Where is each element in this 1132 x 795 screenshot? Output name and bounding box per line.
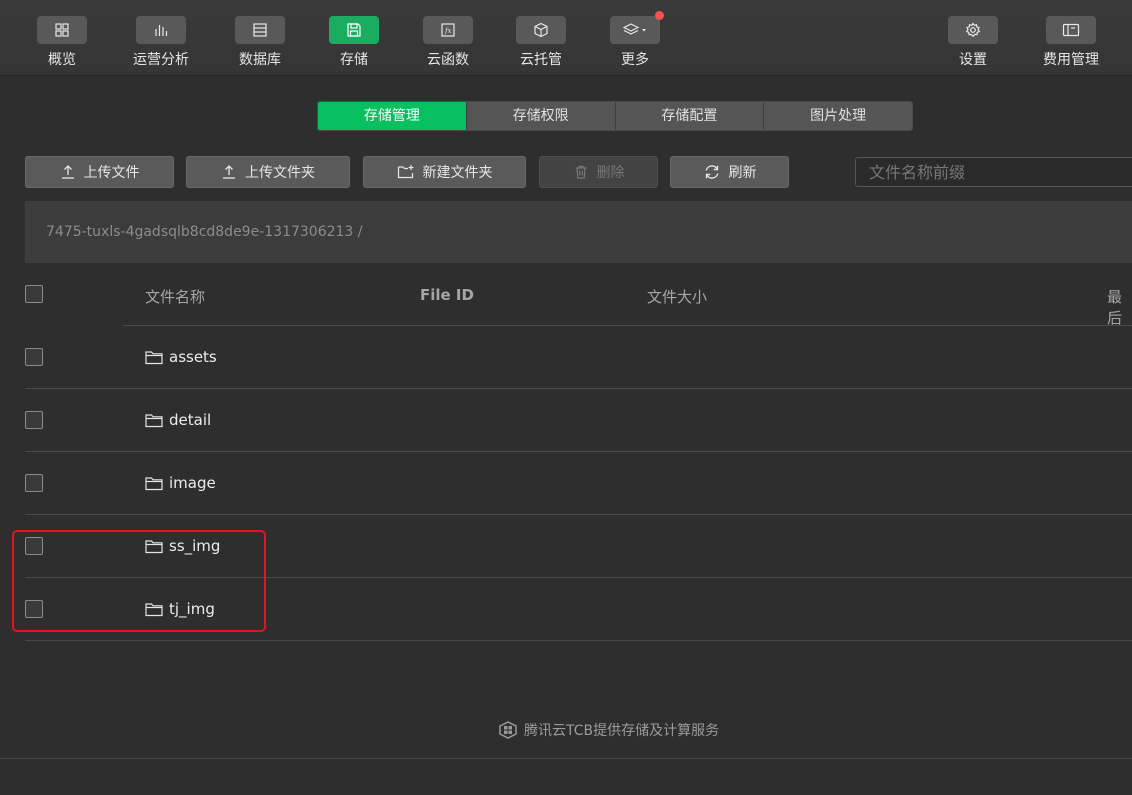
search-input[interactable] [855,157,1132,187]
storage-tabs: 存储管理 存储权限 存储配置 图片处理 [317,101,913,131]
row-checkbox[interactable] [25,411,43,429]
folder-name: image [169,474,216,492]
folder-icon [145,414,163,428]
row-divider [25,514,1132,515]
toolbar-settings[interactable]: 设置 [933,16,1013,69]
toolbar-label: 云函数 [427,52,469,68]
folder-name: detail [169,411,212,429]
new-folder-label: 新建文件夹 [422,165,493,181]
delete-label: 删除 [596,165,625,181]
column-header-last-modified[interactable]: 最后 [1107,286,1132,328]
header-divider [123,325,1132,326]
top-toolbar: 概览 运营分析 数据库 存储 fx 云函数 云托管 更多 设置 费用管理 [0,0,1132,76]
grid-icon [37,16,87,44]
folder-link[interactable]: image [145,474,216,492]
refresh-label: 刷新 [728,165,757,181]
bar-chart-icon [136,16,186,44]
folder-icon [145,351,163,365]
delete-button[interactable]: 删除 [539,156,658,188]
upload-folder-label: 上传文件夹 [245,165,315,181]
tab-storage-config[interactable]: 存储配置 [615,102,765,130]
new-folder-button[interactable]: 新建文件夹 [363,156,526,188]
toolbar-billing[interactable]: 费用管理 [1031,16,1111,69]
annotation-highlight-box [12,530,266,632]
tencent-cloud-logo-icon [499,721,517,739]
toolbar-analytics[interactable]: 运营分析 [121,16,201,69]
footer-text: 腾讯云TCB提供存储及计算服务 [524,723,720,739]
footer-note: 腾讯云TCB提供存储及计算服务 [498,720,719,740]
folder-name: assets [169,348,217,366]
upload-icon [223,165,235,179]
function-icon: fx [423,16,473,44]
cube-icon [516,16,566,44]
upload-file-label: 上传文件 [83,165,140,181]
toolbar-storage[interactable]: 存储 [314,16,394,69]
toolbar-label: 概览 [48,52,76,68]
folder-link[interactable]: detail [145,411,211,429]
layers-icon [610,11,664,44]
upload-file-button[interactable]: 上传文件 [25,156,174,188]
toolbar-label: 设置 [959,52,987,68]
tab-storage-management[interactable]: 存储管理 [318,102,467,130]
row-checkbox[interactable] [25,474,43,492]
refresh-button[interactable]: 刷新 [670,156,789,188]
select-all-checkbox[interactable] [25,285,43,303]
folder-link[interactable]: assets [145,348,217,366]
gear-icon [948,16,998,44]
toolbar-cloud-function[interactable]: fx 云函数 [408,16,488,69]
row-divider [25,388,1132,389]
toolbar-database[interactable]: 数据库 [220,16,300,69]
database-icon [235,16,285,44]
tab-storage-permissions[interactable]: 存储权限 [466,102,616,130]
toolbar-label: 费用管理 [1043,52,1099,68]
toolbar-label: 更多 [621,52,649,68]
toolbar-more[interactable]: 更多 [595,11,675,69]
row-checkbox[interactable] [25,348,43,366]
billing-icon [1046,16,1096,44]
toolbar-label: 云托管 [520,52,562,68]
column-header-file-id[interactable]: File ID [420,286,474,304]
notification-dot [655,11,664,20]
column-header-size[interactable]: 文件大小 [647,286,707,307]
save-icon [329,16,379,44]
upload-icon [61,165,74,179]
toolbar-cloud-hosting[interactable]: 云托管 [501,16,581,69]
upload-folder-button[interactable]: 上传文件夹 [186,156,350,188]
svg-text:fx: fx [444,27,452,35]
row-divider [25,451,1132,452]
folder-icon [145,477,163,491]
breadcrumb[interactable]: 7475-tuxls-4gadsqlb8cd8de9e-1317306213 / [46,224,363,240]
path-bar: 7475-tuxls-4gadsqlb8cd8de9e-1317306213 / [25,201,1132,263]
new-folder-icon [397,165,413,179]
toolbar-label: 数据库 [239,52,281,68]
toolbar-overview[interactable]: 概览 [22,16,102,69]
column-header-name[interactable]: 文件名称 [145,286,205,307]
refresh-icon [705,165,718,179]
toolbar-label: 存储 [340,52,368,68]
row-divider [25,640,1132,641]
tab-image-processing[interactable]: 图片处理 [764,102,912,130]
bottom-divider [0,758,1132,759]
toolbar-label: 运营分析 [133,52,189,68]
trash-icon [575,165,586,179]
